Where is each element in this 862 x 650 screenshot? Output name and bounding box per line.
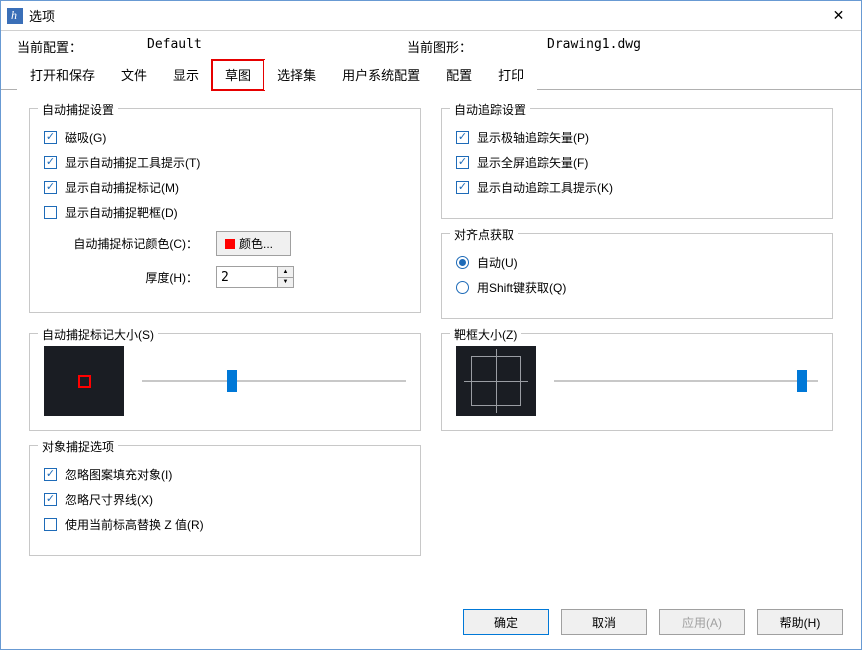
marker-size-slider[interactable] [142,371,406,391]
tab-file[interactable]: 文件 [108,60,160,90]
autotrack-group: 自动追踪设置 显示极轴追踪矢量(P) 显示全屏追踪矢量(F) 显示自动追踪工具提… [441,108,833,219]
config-label: 当前配置： [17,37,147,56]
color-button[interactable]: 颜色... [216,231,291,256]
marker-slider-thumb[interactable] [227,370,237,392]
aperture-preview [456,346,536,416]
radio-shift[interactable] [456,281,469,294]
chk-track-tooltip[interactable] [456,181,469,194]
marker-size-group: 自动捕捉标记大小(S) [29,333,421,431]
titlebar: 选项 ✕ [1,1,861,31]
marker-square-icon [78,375,91,388]
thickness-stepper[interactable]: ▲ ▼ [216,266,294,288]
drawing-value: Drawing1.dwg [547,37,641,56]
aperture-size-title: 靶框大小(Z) [450,326,521,343]
tab-display[interactable]: 显示 [160,60,212,90]
color-swatch-icon [225,239,235,249]
drawing-label: 当前图形： [407,37,547,56]
chk-aperture-box-label: 显示自动捕捉靶框(D) [65,204,178,221]
chk-snap-marker[interactable] [44,181,57,194]
radio-shift-label: 用Shift键获取(Q) [477,279,566,296]
chk-fullscreen-vec-label: 显示全屏追踪矢量(F) [477,154,588,171]
tab-select-set[interactable]: 选择集 [264,60,329,90]
radio-auto-label: 自动(U) [477,254,518,271]
autotrack-title: 自动追踪设置 [450,101,530,118]
aperture-size-group: 靶框大小(Z) [441,333,833,431]
tab-config[interactable]: 配置 [433,60,485,90]
aperture-slider-thumb[interactable] [797,370,807,392]
align-acq-title: 对齐点获取 [450,226,518,243]
chk-magnet-label: 磁吸(G) [65,129,106,146]
marker-preview [44,346,124,416]
chk-track-tooltip-label: 显示自动追踪工具提示(K) [477,179,613,196]
chk-snap-marker-label: 显示自动捕捉标记(M) [65,179,179,196]
chk-magnet[interactable] [44,131,57,144]
chk-fullscreen-vec[interactable] [456,156,469,169]
chk-use-elev[interactable] [44,518,57,531]
config-value: Default [147,37,407,56]
button-bar: 确定 取消 应用(A) 帮助(H) [1,599,861,649]
obj-snap-title: 对象捕捉选项 [38,438,118,455]
apply-button[interactable]: 应用(A) [659,609,745,635]
chk-ignore-hatch[interactable] [44,468,57,481]
chk-aperture-box[interactable] [44,206,57,219]
tab-sketch[interactable]: 草图 [212,60,264,90]
window-title: 选项 [29,6,55,25]
aperture-size-slider[interactable] [554,371,818,391]
tab-content: 自动捕捉设置 磁吸(G) 显示自动捕捉工具提示(T) 显示自动捕捉标记(M) [1,90,861,599]
tab-print[interactable]: 打印 [485,60,537,90]
chk-ignore-hatch-label: 忽略图案填充对象(I) [65,466,172,483]
radio-auto[interactable] [456,256,469,269]
align-acq-group: 对齐点获取 自动(U) 用Shift键获取(Q) [441,233,833,319]
help-button[interactable]: 帮助(H) [757,609,843,635]
chk-snap-tooltip-label: 显示自动捕捉工具提示(T) [65,154,200,171]
chk-polar-vec[interactable] [456,131,469,144]
chk-ignore-dim[interactable] [44,493,57,506]
close-button[interactable]: ✕ [816,1,861,30]
chk-polar-vec-label: 显示极轴追踪矢量(P) [477,129,589,146]
autosnap-group: 自动捕捉设置 磁吸(G) 显示自动捕捉工具提示(T) 显示自动捕捉标记(M) [29,108,421,313]
chk-ignore-dim-label: 忽略尺寸界线(X) [65,491,153,508]
thickness-label: 厚度(H)： [44,269,216,286]
thickness-down[interactable]: ▼ [278,278,293,288]
ok-button[interactable]: 确定 [463,609,549,635]
tab-open-save[interactable]: 打开和保存 [17,60,108,90]
autosnap-title: 自动捕捉设置 [38,101,118,118]
thickness-input[interactable] [217,267,277,287]
tab-user-sys[interactable]: 用户系统配置 [329,60,433,90]
thickness-up[interactable]: ▲ [278,267,293,278]
chk-use-elev-label: 使用当前标高替换 Z 值(R) [65,516,204,533]
chk-snap-tooltip[interactable] [44,156,57,169]
cancel-button[interactable]: 取消 [561,609,647,635]
aperture-grid-icon [471,356,521,406]
app-icon [7,8,23,24]
options-window: 选项 ✕ 当前配置： Default 当前图形： Drawing1.dwg 打开… [0,0,862,650]
tab-strip: 打开和保存 文件 显示 草图 选择集 用户系统配置 配置 打印 [1,60,861,90]
info-row: 当前配置： Default 当前图形： Drawing1.dwg [1,31,861,60]
marker-size-title: 自动捕捉标记大小(S) [38,326,158,343]
color-button-label: 颜色... [239,235,273,252]
close-icon: ✕ [833,7,845,24]
obj-snap-group: 对象捕捉选项 忽略图案填充对象(I) 忽略尺寸界线(X) 使用当前标高替换 Z … [29,445,421,556]
mark-color-label: 自动捕捉标记颜色(C)： [44,235,216,252]
